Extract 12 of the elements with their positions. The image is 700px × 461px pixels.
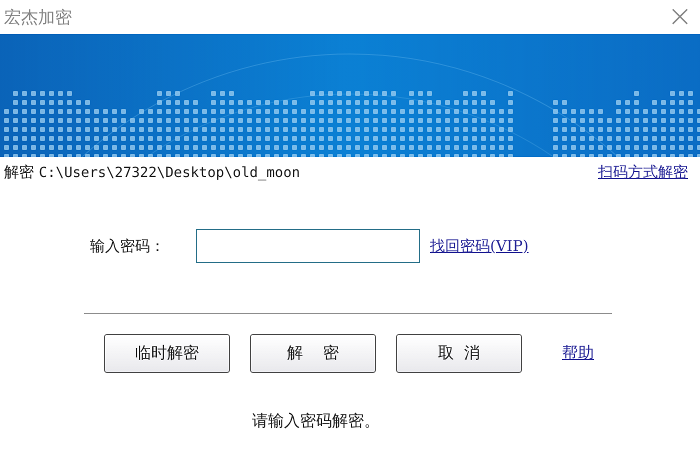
file-path-text: 解密 C:\Users\27322\Desktop\old_moon (4, 163, 300, 182)
dialog-button[interactable]: 解 密 (250, 334, 376, 373)
window-title: 宏杰加密 (4, 6, 72, 28)
close-button[interactable]: × (660, 0, 700, 34)
password-label: 输入密码： (90, 236, 166, 256)
dialog-button[interactable]: 取 消 (396, 334, 522, 373)
help-link[interactable]: 帮助 (562, 343, 594, 364)
scan-decrypt-link[interactable]: 扫码方式解密 (598, 163, 688, 182)
status-message: 请输入密码解密。 (251, 411, 381, 432)
dialog-button[interactable]: 临时解密 (104, 334, 230, 373)
recover-password-link[interactable]: 找回密码(VIP) (430, 236, 529, 256)
password-field[interactable] (196, 229, 420, 263)
